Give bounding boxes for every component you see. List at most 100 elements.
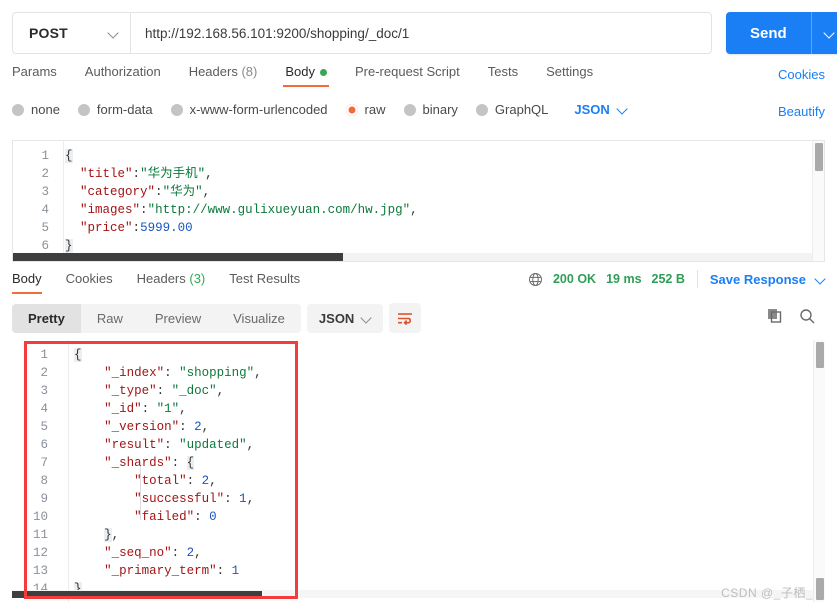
divider — [696, 270, 698, 288]
body-type-options: none form-data x-www-form-urlencoded raw… — [12, 102, 627, 117]
request-line-numbers: 123456 — [13, 141, 57, 261]
tab-headers[interactable]: Headers (8) — [175, 64, 272, 87]
line-number: 2 — [40, 366, 48, 380]
url-input[interactable]: http://192.168.56.101:9200/shopping/_doc… — [130, 12, 712, 54]
line-number: 12 — [32, 546, 48, 560]
response-tab-body[interactable]: Body — [12, 271, 54, 294]
tab-label: Params — [12, 64, 57, 79]
code-line[interactable]: "_version": 2, — [74, 418, 801, 436]
request-body-editor[interactable]: 123456 { "title":"华为手机", "category":"华为"… — [12, 140, 825, 262]
code-line[interactable]: "_primary_term": 1 — [74, 562, 801, 580]
radio-icon — [475, 103, 488, 116]
code-line[interactable]: "_id": "1", — [74, 400, 801, 418]
globe-icon — [528, 272, 542, 286]
tab-body[interactable]: Body — [271, 64, 341, 87]
code-line[interactable]: "successful": 1, — [74, 490, 801, 508]
cookies-link[interactable]: Cookies — [778, 67, 825, 82]
copy-icon[interactable] — [767, 308, 783, 324]
response-code-area[interactable]: 1 2 3 4 5 6 7 8 9 10 11 12 13 14 { "_index": "shoppin… — [12, 340, 825, 602]
code-line[interactable]: "title":"华为手机", — [65, 165, 800, 183]
code-line[interactable]: "images":"http://www.gulixueyuan.com/hw.… — [65, 201, 800, 219]
request-hscrollbar[interactable] — [13, 253, 812, 261]
response-tab-test-results[interactable]: Test Results — [217, 271, 312, 294]
response-format-select[interactable]: JSON — [306, 303, 384, 333]
tab-label: Cookies — [65, 271, 113, 286]
line-number: 9 — [40, 492, 48, 506]
body-type-form-data[interactable]: form-data — [77, 102, 153, 117]
body-type-none[interactable]: none — [12, 102, 60, 117]
indent-guide — [140, 466, 141, 520]
code-line[interactable]: "category":"华为", — [65, 183, 800, 201]
line-number: 13 — [32, 564, 48, 578]
radio-icon — [77, 103, 90, 116]
chevron-down-icon — [109, 29, 118, 38]
option-label: raw — [364, 102, 386, 117]
request-code-lines[interactable]: { "title":"华为手机", "category":"华为", "imag… — [65, 141, 800, 261]
request-vscrollbar[interactable] — [812, 141, 824, 261]
option-label: GraphQL — [494, 102, 549, 117]
line-number: 1 — [40, 348, 48, 362]
send-options-button[interactable] — [810, 12, 837, 54]
response-vscroll-thumb-bottom[interactable] — [816, 578, 824, 600]
line-number: 3 — [41, 185, 49, 199]
tab-tests[interactable]: Tests — [474, 64, 532, 87]
view-mode-raw[interactable]: Raw — [81, 304, 139, 333]
tab-pre-request-script[interactable]: Pre-request Script — [341, 64, 474, 87]
request-hscroll-thumb[interactable] — [13, 253, 343, 261]
code-line[interactable]: "_shards": { — [74, 454, 801, 472]
line-number: 3 — [40, 384, 48, 398]
code-line[interactable]: "total": 2, — [74, 472, 801, 490]
view-mode-preview[interactable]: Preview — [139, 304, 217, 333]
line-number: 1 — [41, 149, 49, 163]
view-mode-pretty[interactable]: Pretty — [12, 303, 81, 333]
code-line[interactable]: "_index": "shopping", — [74, 364, 801, 382]
request-vscroll-thumb[interactable] — [815, 143, 823, 171]
option-label: binary — [422, 102, 458, 117]
send-button[interactable]: Send — [726, 12, 811, 54]
code-line[interactable]: }, — [74, 526, 801, 544]
response-vscrollbar[interactable] — [813, 340, 825, 602]
code-line[interactable]: "_seq_no": 2, — [74, 544, 801, 562]
response-hscrollbar[interactable] — [12, 590, 813, 598]
code-line[interactable]: "failed": 0 — [74, 508, 801, 526]
tab-label: Headers — [188, 64, 238, 79]
tab-authorization[interactable]: Authorization — [71, 64, 175, 87]
response-code-lines[interactable]: { "_index": "shopping", "_type": "_doc",… — [74, 340, 801, 602]
response-body-editor[interactable]: 1 2 3 4 5 6 7 8 9 10 11 12 13 14 { "_index": "shoppin… — [12, 340, 825, 602]
tab-params[interactable]: Params — [12, 64, 71, 87]
view-mode-visualize[interactable]: Visualize — [217, 304, 301, 333]
gutter-separator — [63, 141, 64, 261]
http-method-label: POST — [29, 25, 68, 41]
tab-settings[interactable]: Settings — [532, 64, 607, 87]
option-label: none — [31, 102, 60, 117]
beautify-link[interactable]: Beautify — [778, 104, 825, 119]
response-tab-cookies[interactable]: Cookies — [54, 271, 125, 294]
response-status-bar: 200 OK 19 ms 252 B Save Response — [528, 270, 825, 288]
code-line[interactable]: "_type": "_doc", — [74, 382, 801, 400]
response-vscroll-thumb[interactable] — [816, 342, 824, 368]
code-line[interactable]: "price":5999.00 — [65, 219, 800, 237]
body-type-raw[interactable]: raw — [345, 102, 386, 117]
search-icon[interactable] — [799, 308, 815, 324]
postman-window: POST http://192.168.56.101:9200/shopping… — [0, 0, 837, 611]
body-type-binary[interactable]: binary — [403, 102, 458, 117]
body-type-graphql[interactable]: GraphQL — [475, 102, 549, 117]
body-format-select[interactable]: JSON — [574, 102, 626, 117]
response-tab-headers[interactable]: Headers (3) — [125, 271, 218, 294]
request-code-area[interactable]: 123456 { "title":"华为手机", "category":"华为"… — [13, 141, 824, 261]
word-wrap-toggle[interactable] — [389, 303, 422, 333]
http-method-select[interactable]: POST — [12, 12, 130, 54]
code-line[interactable]: { — [74, 346, 801, 364]
line-number: 10 — [32, 510, 48, 524]
line-number: 6 — [40, 438, 48, 452]
body-type-urlencoded[interactable]: x-www-form-urlencoded — [170, 102, 328, 117]
save-response-button[interactable]: Save Response — [710, 272, 806, 287]
code-line[interactable]: { — [65, 147, 800, 165]
tab-label: Pre-request Script — [354, 64, 460, 79]
line-number: 4 — [41, 203, 49, 217]
chevron-down-icon[interactable] — [816, 275, 825, 284]
code-line[interactable]: "result": "updated", — [74, 436, 801, 454]
watermark: CSDN @_子栖_ — [721, 586, 813, 600]
response-format-label: JSON — [318, 310, 355, 326]
response-hscroll-thumb[interactable] — [12, 591, 262, 598]
